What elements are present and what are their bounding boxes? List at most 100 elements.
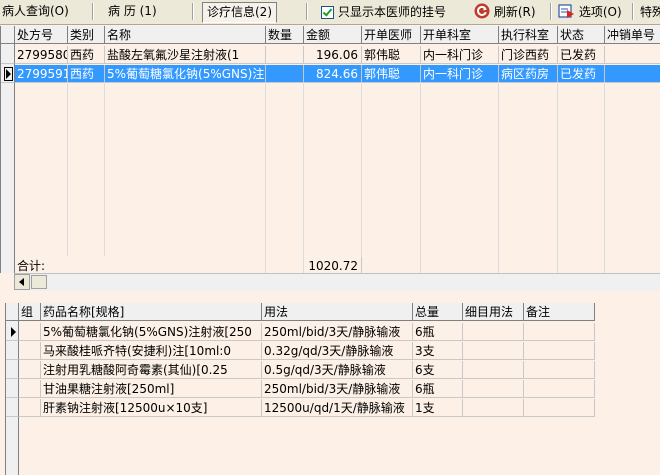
toolbar-separator — [306, 3, 308, 20]
group-cell[interactable] — [19, 361, 41, 379]
col-header[interactable]: 细目用法 — [463, 303, 524, 321]
drug-spec-cell[interactable]: 肝素钠注射液[12500u×10支] — [41, 399, 262, 417]
details-grid: 组 药品名称[规格] 用法 总量 细目用法 备注 5%葡萄糖氯化钠(5%GNS)… — [5, 303, 602, 475]
drug-spec-cell[interactable]: 马来酸桂哌齐特(安捷利)注[10ml:0 — [41, 342, 262, 360]
status-cell[interactable]: 已发药 — [558, 46, 605, 64]
group-cell[interactable] — [19, 380, 41, 398]
doctor-cell[interactable]: 郭伟聪 — [362, 46, 421, 64]
row-indicator[interactable] — [6, 342, 19, 360]
prescription-no-cell[interactable]: 2799591 — [15, 65, 68, 83]
group-cell[interactable] — [19, 342, 41, 360]
amount-cell[interactable]: 824.66 — [304, 65, 362, 83]
header-indicator-cell — [1, 26, 15, 44]
options-icon — [558, 4, 574, 18]
doctor-cell[interactable]: 郭伟聪 — [362, 65, 421, 83]
total-qty-cell[interactable]: 6瓶 — [413, 323, 463, 341]
col-header[interactable]: 数量 — [266, 26, 304, 44]
remark-cell[interactable] — [524, 380, 595, 398]
drug-spec-cell[interactable]: 甘油果糖注射液[250ml] — [41, 380, 262, 398]
current-row-icon — [11, 327, 16, 337]
refresh-label: 刷新(R) — [493, 5, 536, 19]
category-cell[interactable]: 西药 — [68, 65, 105, 83]
usage-cell[interactable]: 12500u/qd/1天/静脉输液 — [262, 399, 413, 417]
own-registration-label: 只显示本医师的挂号 — [338, 5, 447, 19]
col-header[interactable]: 组 — [19, 303, 41, 321]
total-qty-cell[interactable]: 3支 — [413, 342, 463, 360]
detail-usage-cell[interactable] — [463, 380, 524, 398]
reversal-no-cell[interactable] — [605, 65, 660, 83]
total-qty-cell[interactable]: 1支 — [413, 399, 463, 417]
detail-usage-cell[interactable] — [463, 399, 524, 417]
tab-patient-query[interactable]: 病人查询(O) — [2, 2, 69, 21]
col-header[interactable]: 冲销单号 — [605, 26, 660, 44]
detail-usage-cell[interactable] — [463, 323, 524, 341]
row-indicator[interactable] — [6, 380, 19, 398]
current-row-icon — [4, 67, 13, 81]
drug-spec-cell[interactable]: 5%葡萄糖氯化钠(5%GNS)注射液[250 — [41, 323, 262, 341]
scroll-left-button[interactable] — [14, 274, 30, 290]
col-header[interactable]: 名称 — [105, 26, 266, 44]
exec-dept-cell[interactable]: 病区药房 — [499, 65, 558, 83]
drug-name-cell[interactable]: 5%葡萄糖氯化钠(5%GNS)注 — [105, 65, 266, 83]
usage-cell[interactable]: 0.32g/qd/3天/静脉输液 — [262, 342, 413, 360]
own-registration-checkbox[interactable] — [321, 6, 334, 19]
col-header[interactable]: 类别 — [68, 26, 105, 44]
toolbar: 病人查询(O) 病 历 (1) 诊疗信息(2) 只显示本医师的挂号 刷新(R) … — [0, 0, 660, 25]
remark-cell[interactable] — [524, 323, 595, 341]
col-header[interactable]: 开单医师 — [362, 26, 421, 44]
amount-cell[interactable]: 196.06 — [304, 46, 362, 64]
usage-cell[interactable]: 250ml/bid/3天/静脉输液 — [262, 380, 413, 398]
quantity-cell[interactable] — [266, 65, 304, 83]
options-button[interactable]: 选项(O) — [558, 2, 622, 22]
row-indicator[interactable] — [6, 361, 19, 379]
total-amount: 1020.72 — [304, 257, 362, 273]
quantity-cell[interactable] — [266, 46, 304, 64]
ordering-dept-cell[interactable]: 内一科门诊 — [421, 46, 499, 64]
group-cell[interactable] — [19, 323, 41, 341]
row-indicator[interactable] — [1, 65, 15, 83]
exec-dept-cell[interactable]: 门诊西药 — [499, 46, 558, 64]
special-button[interactable]: 特殊 — [640, 2, 660, 22]
col-header[interactable]: 药品名称[规格] — [41, 303, 262, 321]
status-cell[interactable]: 已发药 — [558, 65, 605, 83]
toolbar-separator — [92, 3, 94, 20]
category-cell[interactable]: 西药 — [68, 46, 105, 64]
row-indicator[interactable] — [6, 323, 19, 341]
toolbar-separator — [632, 3, 634, 20]
col-header[interactable]: 执行科室 — [499, 26, 558, 44]
col-header[interactable]: 开单科室 — [421, 26, 499, 44]
col-header[interactable]: 用法 — [262, 303, 413, 321]
drug-spec-cell[interactable]: 注射用乳糖酸阿奇霉素(其仙)[0.25 — [41, 361, 262, 379]
orders-horizontal-scrollbar[interactable] — [14, 273, 660, 291]
ordering-dept-cell[interactable]: 内一科门诊 — [421, 65, 499, 83]
row-indicator[interactable] — [1, 46, 15, 64]
col-header[interactable]: 总量 — [413, 303, 463, 321]
usage-cell[interactable]: 0.5g/qd/3天/静脉输液 — [262, 361, 413, 379]
total-qty-cell[interactable]: 6支 — [413, 361, 463, 379]
refresh-icon — [474, 3, 490, 19]
options-label: 选项(O) — [578, 5, 622, 19]
col-header[interactable]: 处方号 — [15, 26, 68, 44]
row-indicator[interactable] — [6, 399, 19, 417]
total-qty-cell[interactable]: 6瓶 — [413, 380, 463, 398]
col-header[interactable]: 状态 — [558, 26, 605, 44]
scroll-thumb[interactable] — [31, 275, 47, 289]
detail-usage-cell[interactable] — [463, 342, 524, 360]
toolbar-separator — [192, 3, 194, 20]
usage-cell[interactable]: 250ml/bid/3天/静脉输液 — [262, 323, 413, 341]
remark-cell[interactable] — [524, 399, 595, 417]
arrow-left-icon — [19, 278, 24, 286]
col-header[interactable]: 金额 — [304, 26, 362, 44]
tab-diagnosis-info[interactable]: 诊疗信息(2) — [202, 2, 277, 23]
remark-cell[interactable] — [524, 342, 595, 360]
tab-history[interactable]: 病 历 (1) — [108, 2, 157, 21]
remark-cell[interactable] — [524, 361, 595, 379]
reversal-no-cell[interactable] — [605, 46, 660, 64]
detail-usage-cell[interactable] — [463, 361, 524, 379]
drug-name-cell[interactable]: 盐酸左氧氟沙星注射液(1 — [105, 46, 266, 64]
refresh-button[interactable]: 刷新(R) — [474, 2, 536, 22]
orders-grid: 处方号 类别 名称 数量 金额 开单医师 开单科室 执行科室 状态 冲销单号 2… — [0, 26, 660, 273]
prescription-no-cell[interactable]: 2799580 — [15, 46, 68, 64]
group-cell[interactable] — [19, 399, 41, 417]
col-header[interactable]: 备注 — [524, 303, 595, 321]
